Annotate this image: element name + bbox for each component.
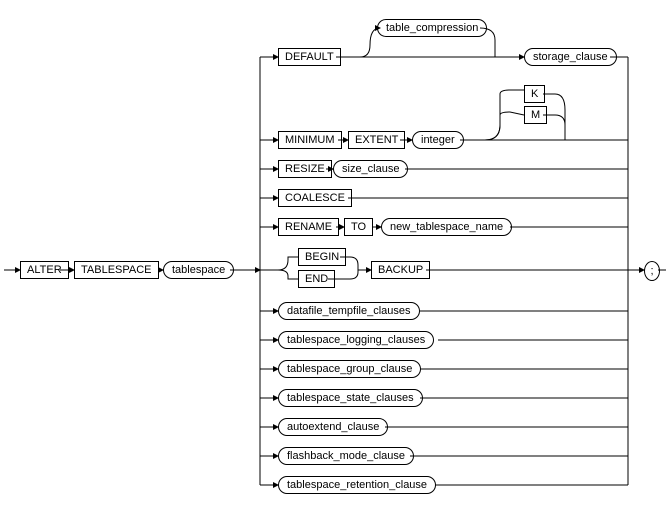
default-keyword: DEFAULT (278, 48, 341, 66)
autoextend-clause-nonterminal: autoextend_clause (278, 418, 388, 436)
tablespace-nonterminal: tablespace (163, 261, 234, 279)
m-keyword: M (524, 106, 547, 124)
tablespace-logging-clauses-nonterminal: tablespace_logging_clauses (278, 331, 434, 349)
size-clause-nonterminal: size_clause (333, 160, 408, 178)
extent-keyword: EXTENT (348, 131, 405, 149)
new-tablespace-name-nonterminal: new_tablespace_name (381, 218, 512, 236)
resize-keyword: RESIZE (278, 160, 332, 178)
end-keyword: END (298, 270, 335, 288)
alter-keyword: ALTER (20, 261, 69, 279)
tablespace-group-clause-nonterminal: tablespace_group_clause (278, 360, 421, 378)
minimum-keyword: MINIMUM (278, 131, 342, 149)
tablespace-retention-clause-nonterminal: tablespace_retention_clause (278, 476, 436, 494)
integer-nonterminal: integer (412, 131, 464, 149)
table-compression-nonterminal: table_compression (377, 19, 487, 37)
backup-keyword: BACKUP (371, 261, 430, 279)
tablespace-keyword: TABLESPACE (74, 261, 159, 279)
k-keyword: K (524, 85, 545, 103)
tablespace-state-clauses-nonterminal: tablespace_state_clauses (278, 389, 423, 407)
datafile-tempfile-clauses-nonterminal: datafile_tempfile_clauses (278, 302, 420, 320)
flashback-mode-clause-nonterminal: flashback_mode_clause (278, 447, 414, 465)
rename-keyword: RENAME (278, 218, 339, 236)
storage-clause-nonterminal: storage_clause (524, 48, 617, 66)
begin-keyword: BEGIN (298, 248, 346, 266)
semicolon-terminal: ; (644, 261, 660, 281)
coalesce-keyword: COALESCE (278, 189, 352, 207)
to-keyword: TO (344, 218, 373, 236)
